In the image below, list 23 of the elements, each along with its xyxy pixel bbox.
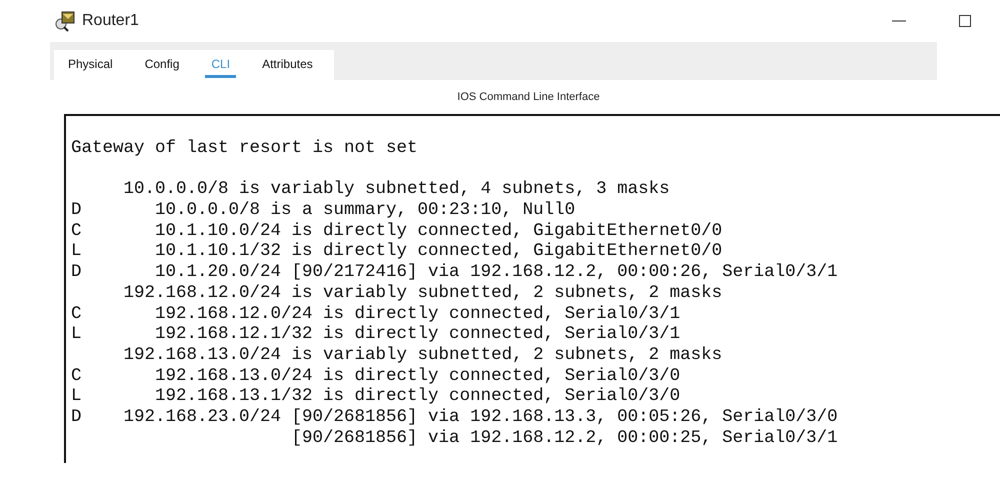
terminal-line: 192.168.12.0/24 is variably subnetted, 2 subnets, 2 masks [122,282,724,304]
terminal-line: L 10.1.10.1/32 is directly connected, GigabitEthernet0/0 [71,241,724,262]
panel-title: IOS Command Line Interface [457,91,600,103]
terminal-line: Gateway of last resort is not set [71,138,419,159]
terminal-line: C 192.168.13.0/24 is directly connected, Serial0/3/0 [71,366,682,386]
terminal-line: 192.168.13.0/24 is variably subnetted, 2 subnets, 2 masks [122,344,724,366]
window-title: Router1 [82,12,139,30]
tab[interactable]: Config [138,52,186,78]
router-icon [54,10,76,32]
minimize-icon [892,20,906,22]
terminal-line: [90/2681856] via 192.168.12.2, 00:00:25, Serial0/3/1 [290,428,839,448]
maximize-icon [958,14,972,28]
terminal-line: D 192.168.23.0/24 [90/2681856] via 192.168.13.3, 00:05:26, Serial0/3/0 [71,406,839,428]
terminal-line: L 192.168.13.1/32 is directly connected, Serial0/3/0 [71,386,682,407]
terminal-line: D 10.0.0.0/8 is a summary, 00:23:10, Null0 [71,200,576,221]
terminal-line: L 192.168.12.1/32 is directly connected, Serial0/3/1 [71,324,682,345]
tab[interactable]: Physical [62,52,119,78]
terminal-line: C 192.168.12.0/24 is directly connected, Serial0/3/1 [71,304,682,324]
terminal-line: D 10.1.20.0/24 [90/2172416] via 192.168.12.2, 00:00:26, Serial0/3/1 [71,262,839,283]
terminal-console[interactable] [64,114,1000,463]
tab[interactable]: Attributes [256,52,319,78]
terminal-line: 10.0.0.0/8 is variably subnetted, 4 subnets, 3 masks [122,179,671,200]
terminal-line: C 10.1.10.0/24 is directly connected, GigabitEthernet0/0 [71,220,724,242]
